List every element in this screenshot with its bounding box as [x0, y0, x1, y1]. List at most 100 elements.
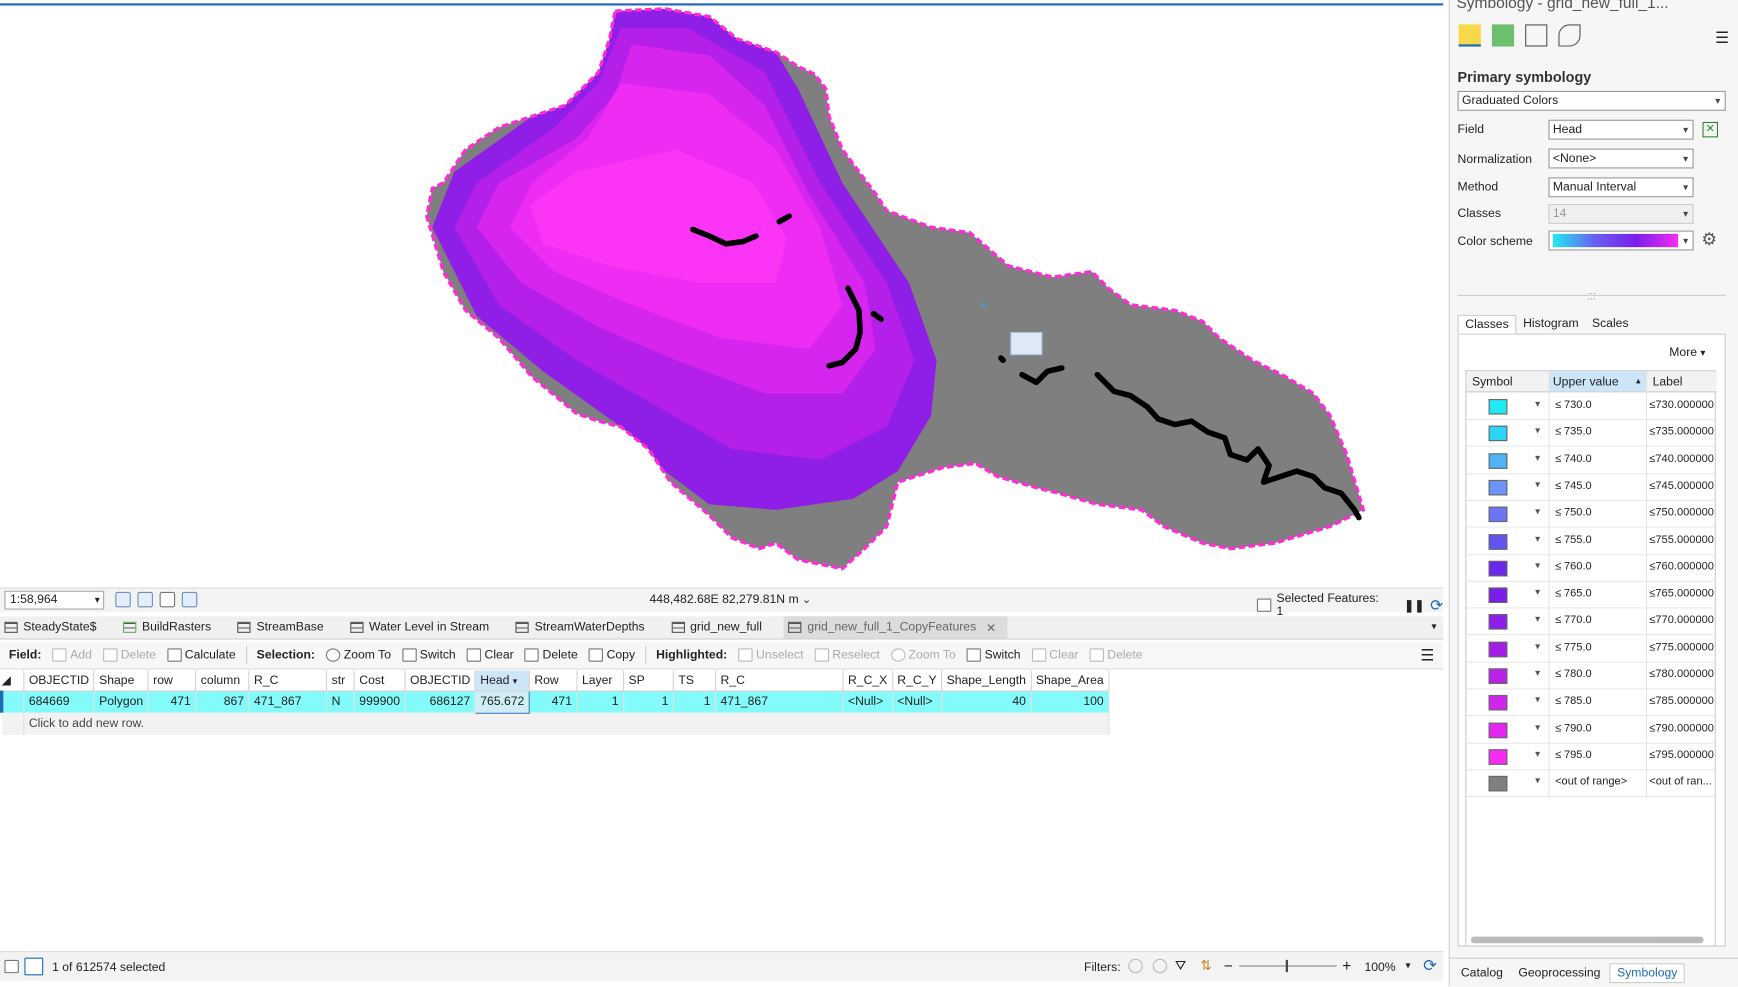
refresh-icon[interactable]: ⟳ — [1430, 596, 1443, 615]
class-label[interactable]: ≤740.000000 — [1649, 453, 1714, 465]
class-row[interactable]: ▾ ≤785.0 ≤785.000000 — [1466, 690, 1717, 717]
class-swatch[interactable] — [1488, 587, 1508, 604]
col-shape[interactable]: Shape — [94, 670, 149, 692]
add-row-text[interactable]: Click to add new row. — [23, 712, 1110, 735]
selected-features[interactable]: Selected Features: 1 ❚❚ ⟳ — [1256, 592, 1443, 618]
class-row[interactable]: ▾ ≤760.0 ≤760.000000 — [1466, 555, 1717, 582]
class-label[interactable]: ≤750.000000 — [1649, 507, 1714, 519]
primary-symbology-icon[interactable] — [1458, 24, 1481, 47]
sort-icon[interactable]: ⇅ — [1200, 958, 1211, 974]
more-menu[interactable]: More ▾ — [1669, 346, 1705, 359]
zoom-slider-thumb[interactable] — [1285, 959, 1288, 973]
class-swatch[interactable] — [1488, 425, 1508, 442]
tab-symbology[interactable]: Symbology — [1609, 962, 1686, 983]
class-label[interactable]: ≤760.000000 — [1649, 561, 1714, 573]
symbol-layer-icon[interactable] — [1558, 24, 1581, 47]
class-upper-value[interactable]: 795.0 — [1564, 749, 1592, 761]
class-label[interactable]: ≤745.000000 — [1649, 480, 1714, 492]
row-selector-header[interactable]: ◢ — [1, 670, 25, 692]
clear-button[interactable]: Clear — [462, 648, 518, 662]
col-column[interactable]: column — [195, 670, 250, 692]
class-upper-value[interactable]: 785.0 — [1564, 695, 1592, 707]
filter-extent-icon[interactable] — [1128, 958, 1143, 974]
col-ts[interactable]: TS — [673, 670, 717, 692]
class-label[interactable]: ≤785.000000 — [1649, 695, 1714, 707]
class-row[interactable]: ▾ ≤735.0 ≤735.000000 — [1466, 420, 1717, 448]
col-r-c-2[interactable]: R_C — [715, 670, 844, 692]
swatch-dropdown-icon[interactable]: ▾ — [1535, 775, 1540, 787]
close-icon[interactable]: ✕ — [986, 620, 996, 634]
col-shape-area[interactable]: Shape_Area — [1030, 670, 1110, 692]
tab-classes[interactable]: Classes — [1457, 314, 1517, 334]
method-dropdown[interactable]: Manual Interval — [1548, 177, 1694, 198]
class-swatch[interactable] — [1488, 776, 1508, 792]
pause-icon[interactable]: ❚❚ — [1404, 598, 1424, 612]
tab-streambase[interactable]: StreamBase — [233, 616, 334, 638]
col-row-2[interactable]: Row — [529, 670, 578, 692]
class-label[interactable]: ≤735.000000 — [1649, 426, 1714, 438]
swatch-dropdown-icon[interactable]: ▾ — [1535, 425, 1540, 437]
tab-histogram[interactable]: Histogram — [1516, 315, 1585, 334]
class-label[interactable]: ≤795.000000 — [1649, 749, 1714, 761]
swatch-dropdown-icon[interactable]: ▾ — [1535, 506, 1540, 518]
col-layer[interactable]: Layer — [576, 670, 625, 692]
normalization-dropdown[interactable]: <None> — [1548, 148, 1694, 169]
class-label[interactable]: ≤755.000000 — [1649, 534, 1714, 546]
add-field-button[interactable]: Add — [48, 648, 96, 662]
horizontal-scrollbar[interactable] — [1470, 936, 1704, 944]
table-cell[interactable]: 471 — [529, 690, 578, 713]
add-row[interactable]: Click to add new row. — [1, 712, 1110, 735]
vary-symbology-icon[interactable] — [1491, 24, 1515, 47]
swatch-dropdown-icon[interactable]: ▾ — [1535, 640, 1540, 652]
copy-button[interactable]: Copy — [584, 648, 639, 662]
tab-geoprocessing[interactable]: Geoprocessing — [1512, 964, 1607, 982]
field-dropdown[interactable]: Head — [1548, 119, 1694, 140]
table-cell[interactable]: 999900 — [354, 690, 406, 713]
tab-buildrasters[interactable]: BuildRasters — [119, 616, 222, 638]
class-upper-value[interactable]: 730.0 — [1564, 399, 1592, 411]
grid-icon[interactable] — [115, 591, 131, 608]
class-swatch[interactable] — [1488, 560, 1508, 577]
class-row[interactable]: ▾ ≤775.0 ≤775.000000 — [1466, 636, 1717, 663]
map-canvas[interactable] — [0, 6, 1443, 588]
tab-catalog[interactable]: Catalog — [1454, 964, 1509, 982]
class-row[interactable]: ▾ ≤790.0 ≤790.000000 — [1466, 717, 1717, 744]
class-row[interactable]: ▾ <out of range> <out of ran... — [1466, 771, 1717, 798]
symbology-type-dropdown[interactable]: Graduated Colors — [1457, 90, 1726, 111]
class-label[interactable]: ≤730.000000 — [1649, 399, 1714, 411]
class-swatch[interactable] — [1488, 668, 1508, 684]
class-row[interactable]: ▾ ≤740.0 ≤740.000000 — [1466, 447, 1717, 474]
tab-scales[interactable]: Scales — [1585, 315, 1635, 334]
class-upper-value[interactable]: 790.0 — [1564, 722, 1592, 734]
color-scheme-dropdown[interactable] — [1548, 230, 1694, 251]
table-cell[interactable]: 100 — [1030, 690, 1110, 713]
reselect-button[interactable]: Reselect — [810, 648, 884, 662]
class-swatch[interactable] — [1488, 399, 1508, 415]
class-label[interactable]: ≤770.000000 — [1649, 614, 1714, 626]
gear-icon[interactable]: ⚙ — [1701, 228, 1717, 250]
table-cell[interactable]: Polygon — [94, 690, 149, 713]
table-cell[interactable]: 686127 — [404, 690, 476, 713]
class-upper-value[interactable]: 775.0 — [1564, 641, 1592, 653]
tab-grid-new-full[interactable]: grid_new_full — [667, 616, 773, 638]
class-label[interactable]: <out of ran... — [1649, 776, 1712, 788]
menu-icon[interactable]: ☰ — [1420, 646, 1434, 665]
delete-selection-button[interactable]: Delete — [520, 648, 582, 662]
class-swatch[interactable] — [1488, 614, 1508, 631]
table-cell[interactable]: 867 — [195, 690, 250, 713]
col-head[interactable]: Head ▾ — [475, 670, 530, 692]
swatch-dropdown-icon[interactable]: ▾ — [1535, 398, 1540, 410]
calculate-button[interactable]: Calculate — [163, 648, 240, 662]
class-upper-value[interactable]: <out of range> — [1555, 776, 1627, 788]
class-row[interactable]: ▾ ≤730.0 ≤730.000000 — [1466, 393, 1717, 421]
swatch-dropdown-icon[interactable]: ▾ — [1535, 667, 1540, 679]
swatch-dropdown-icon[interactable]: ▾ — [1535, 479, 1540, 491]
show-all-icon[interactable] — [4, 959, 19, 974]
table-cell[interactable]: 684669 — [23, 690, 95, 713]
labeling-icon[interactable] — [1525, 24, 1548, 47]
class-swatch[interactable] — [1488, 533, 1508, 550]
switch-button[interactable]: Switch — [398, 648, 461, 662]
symbol-header[interactable]: Symbol — [1472, 376, 1513, 389]
pane-splitter[interactable]: ⁚⁚⁚ — [1457, 292, 1726, 301]
scale-dropdown[interactable]: 1:58,964 ▾ — [4, 590, 105, 610]
